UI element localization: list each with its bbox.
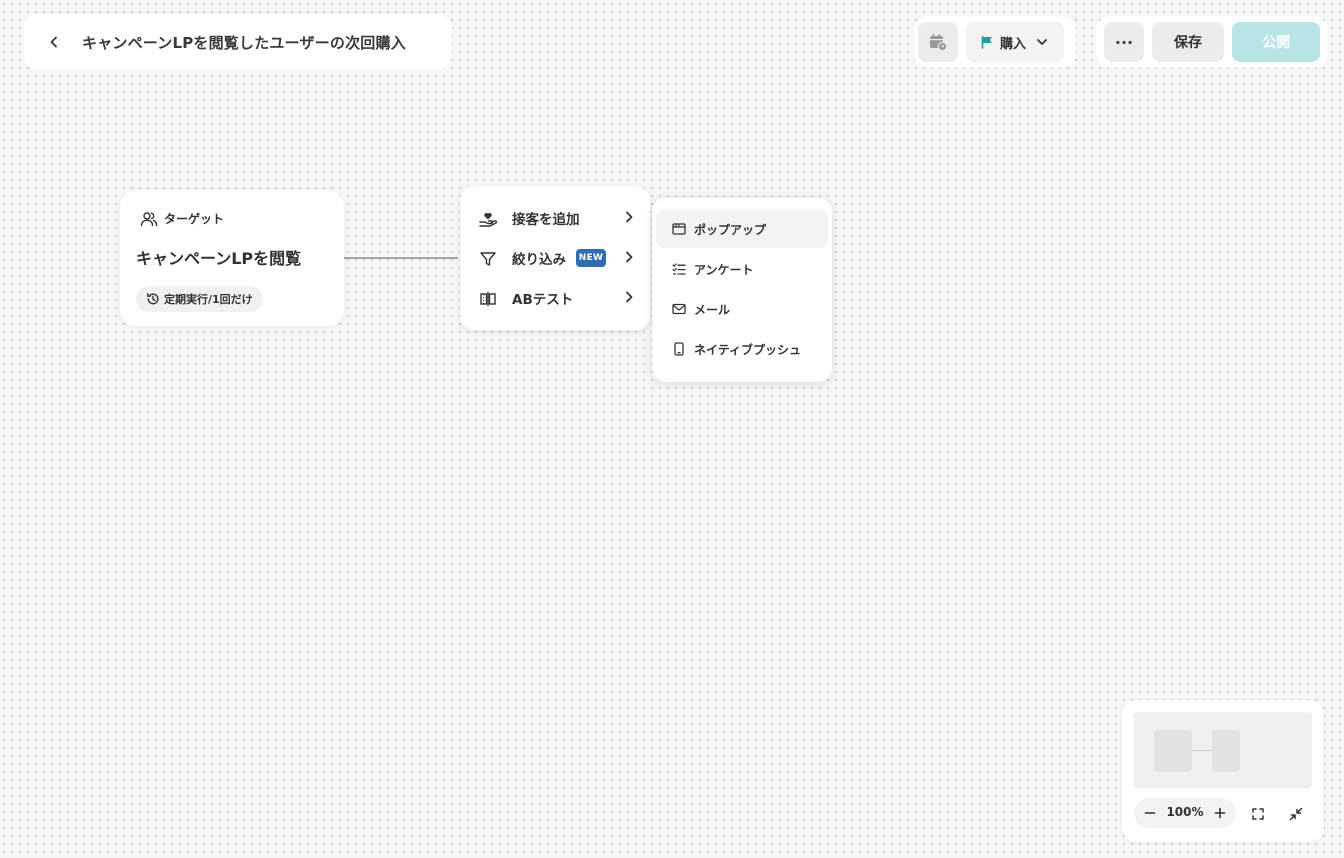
target-node-label: ターゲット xyxy=(164,212,225,226)
menu-item-label: 絞り込み xyxy=(512,252,566,268)
zoom-control: 100% xyxy=(1134,798,1236,828)
minimap-node xyxy=(1212,730,1240,772)
history-icon xyxy=(147,293,159,305)
hand-heart-icon xyxy=(479,213,498,227)
add-action-menu: 接客を追加 絞り込み NEW ABテスト xyxy=(460,186,650,330)
more-options-button[interactable]: ··· xyxy=(1104,22,1144,62)
minimap[interactable] xyxy=(1134,712,1312,788)
collapse-icon xyxy=(1289,807,1303,821)
action-toolbar: ··· 保存 公開 xyxy=(1096,16,1328,68)
collapse-minimap-button[interactable] xyxy=(1284,804,1308,824)
chevron-left-icon xyxy=(50,36,57,48)
goal-select[interactable]: 購入 xyxy=(966,22,1064,62)
mobile-icon xyxy=(674,342,684,356)
goal-toolbar: 購入 xyxy=(914,16,1076,68)
target-name: キャンペーンLPを閲覧 xyxy=(136,249,302,268)
users-icon xyxy=(140,211,158,226)
filter-icon xyxy=(480,252,496,266)
calendar-clock-icon xyxy=(930,34,948,52)
more-options-icon: ··· xyxy=(1114,32,1134,52)
plus-icon xyxy=(1214,807,1226,819)
save-button[interactable]: 保存 xyxy=(1152,22,1224,62)
schedule-badge: 定期実行/1回だけ xyxy=(136,286,263,312)
menu-item-label: ABテスト xyxy=(512,292,574,308)
fit-view-button[interactable] xyxy=(1246,804,1270,824)
submenu-item-label: アンケート xyxy=(694,262,754,277)
submenu-item-label: メール xyxy=(694,302,731,317)
minimap-panel: 100% xyxy=(1122,700,1324,842)
campaign-type-submenu: ポップアップ アンケート メール ネイティブプッシュ xyxy=(652,198,832,382)
menu-item-ab-test[interactable]: ABテスト xyxy=(460,278,650,318)
zoom-level: 100% xyxy=(1166,805,1204,819)
publish-button[interactable]: 公開 xyxy=(1232,22,1320,62)
goal-label: 購入 xyxy=(1000,36,1027,52)
zoom-in-button[interactable] xyxy=(1212,805,1228,821)
flag-icon xyxy=(981,35,992,49)
submenu-item-label: ポップアップ xyxy=(694,222,767,237)
submenu-item-native-push[interactable]: ネイティブプッシュ xyxy=(656,330,828,368)
title-panel: キャンペーンLPを閲覧したユーザーの次回購入 xyxy=(24,14,452,70)
submenu-item-label: ネイティブプッシュ xyxy=(694,342,802,357)
minimap-connector xyxy=(1192,750,1212,751)
schedule-button[interactable] xyxy=(918,22,958,62)
target-node[interactable]: ターゲット キャンペーンLPを閲覧 定期実行/1回だけ xyxy=(120,190,344,326)
page-title: キャンペーンLPを閲覧したユーザーの次回購入 xyxy=(82,33,406,52)
chevron-right-icon xyxy=(626,211,633,223)
submenu-item-survey[interactable]: アンケート xyxy=(656,250,828,288)
zoom-out-button[interactable] xyxy=(1142,805,1158,821)
menu-item-add-campaign[interactable]: 接客を追加 xyxy=(460,198,650,238)
chevron-right-icon xyxy=(626,251,633,263)
minus-icon xyxy=(1144,812,1156,814)
schedule-label: 定期実行/1回だけ xyxy=(164,293,253,306)
chevron-right-icon xyxy=(626,291,633,303)
chevron-down-icon xyxy=(1037,39,1047,45)
menu-item-filter[interactable]: 絞り込み NEW xyxy=(460,238,650,278)
minimap-node xyxy=(1154,730,1192,772)
mail-icon xyxy=(672,303,686,315)
submenu-item-mail[interactable]: メール xyxy=(656,290,828,328)
ab-test-icon xyxy=(480,292,496,306)
new-badge: NEW xyxy=(576,249,606,267)
back-button[interactable] xyxy=(42,30,66,54)
fullscreen-icon xyxy=(1252,808,1264,820)
menu-item-label: 接客を追加 xyxy=(512,212,580,228)
flow-connector xyxy=(344,257,458,259)
submenu-item-popup[interactable]: ポップアップ xyxy=(656,210,828,248)
checklist-icon xyxy=(672,263,686,275)
target-node-header: ターゲット xyxy=(140,210,224,227)
popup-window-icon xyxy=(672,223,686,235)
